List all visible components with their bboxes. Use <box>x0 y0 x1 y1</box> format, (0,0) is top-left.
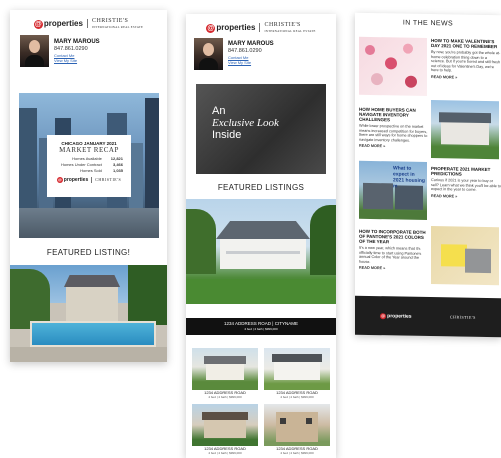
valentines-image <box>359 36 427 96</box>
featured-house-image <box>186 199 336 304</box>
view-site-link[interactable]: View My Site <box>54 58 100 63</box>
email-preview-in-the-news: IN THE NEWS HOW TO MAKE VALENTINE'S DAY … <box>355 12 501 338</box>
brand-logos: @ properties CHRISTIE'S INTERNATIONAL REAL… <box>10 10 167 30</box>
recap-title: MARKET RECAP <box>59 146 119 154</box>
market-recap-box: CHICAGO JANUARY 2021 MARKET RECAP Homes … <box>47 135 131 197</box>
agent-name: MARY MAROUS <box>54 39 100 45</box>
agent-photo <box>194 38 223 70</box>
news-article[interactable]: HOW HOME BUYERS CAN NAVIGATE INVENTORY C… <box>359 99 499 161</box>
listing-card[interactable]: 1234 ADDRESS ROAD 4 bed | 4 bath | $999,0… <box>264 348 330 399</box>
featured-address-bar: 1234 ADDRESS ROAD | CITYNAME 4 bed | 4 b… <box>186 318 336 335</box>
email-preview-market-recap: @ properties CHRISTIE'S INTERNATIONAL REAL… <box>10 10 167 362</box>
read-more-link[interactable]: READ MORE » <box>431 194 501 200</box>
agent-photo <box>20 35 49 67</box>
logo-divider <box>86 19 88 28</box>
pool-house-image <box>10 265 167 362</box>
agent-phone: 847.861.0290 <box>228 48 262 54</box>
featured-listing-heading: FEATURED LISTING! <box>46 248 131 257</box>
exclusive-look-banner: An Exclusive Look Inside <box>196 84 326 174</box>
read-more-link[interactable]: READ MORE » <box>359 266 429 272</box>
recap-stats: Homes Available 12,821 Homes Under Contr… <box>47 156 131 174</box>
agent-name: MARY MAROUS <box>228 41 274 47</box>
agent-block: MARY MAROUS 847.861.0290 Contact Me View… <box>186 34 336 70</box>
news-article[interactable]: HOW TO INCORPORATE BOTH OF PANTONE'S 202… <box>359 225 499 287</box>
recap-brand-logos: @ properties CHRISTIE'S <box>56 177 122 183</box>
listing-card[interactable]: 1234 ADDRESS ROAD 4 bed | 4 bath | $999,0… <box>192 404 258 455</box>
agent-block: MARY MAROUS 847.861.0290 Contact Me View… <box>10 30 167 67</box>
read-more-link[interactable]: READ MORE » <box>359 144 429 150</box>
properties-logo: @ properties <box>206 22 256 33</box>
image-overlay-text: What to expect in 2021 housing m <box>393 165 425 190</box>
christies-logo: CHRISTIE'S INTERNATIONAL REAL ESTATE <box>91 17 144 29</box>
news-footer-logos: @ properties CHRISTIE'S <box>355 295 501 338</box>
pantone-colors-image <box>431 226 499 286</box>
listing-card[interactable]: 1234 ADDRESS ROAD 4 bed | 4 bath | $999,0… <box>264 404 330 455</box>
featured-listings-heading: FEATURED LISTINGS <box>217 183 305 192</box>
email-preview-exclusive-look: @ properties CHRISTIE'S INTERNATIONAL REAL… <box>186 14 336 458</box>
brand-logos: @ properties CHRISTIE'S INTERNATIONAL REAL… <box>186 14 336 34</box>
christies-logo: CHRISTIE'S INTERNATIONAL REAL ESTATE <box>264 21 316 33</box>
news-article[interactable]: What to expect in 2021 housing m PROPERA… <box>359 160 501 223</box>
news-heading: IN THE NEWS <box>402 19 454 28</box>
view-site-link[interactable]: View My Site <box>228 60 274 65</box>
market-predictions-image: What to expect in 2021 housing m <box>359 160 427 220</box>
logo-divider <box>259 23 261 32</box>
agent-phone: 847.861.0290 <box>54 46 88 52</box>
chicago-skyline-image: CHICAGO JANUARY 2021 MARKET RECAP Homes … <box>19 93 159 238</box>
stat-row: Homes Sold 1,035 <box>80 168 123 173</box>
house-image <box>431 100 499 160</box>
listing-card[interactable]: 1234 ADDRESS ROAD 4 bed | 4 bath | $999,0… <box>192 348 258 399</box>
properties-logo: @ properties <box>33 18 83 29</box>
read-more-link[interactable]: READ MORE » <box>431 75 501 81</box>
news-article[interactable]: HOW TO MAKE VALENTINE'S DAY 2021 ONE TO … <box>359 36 501 99</box>
